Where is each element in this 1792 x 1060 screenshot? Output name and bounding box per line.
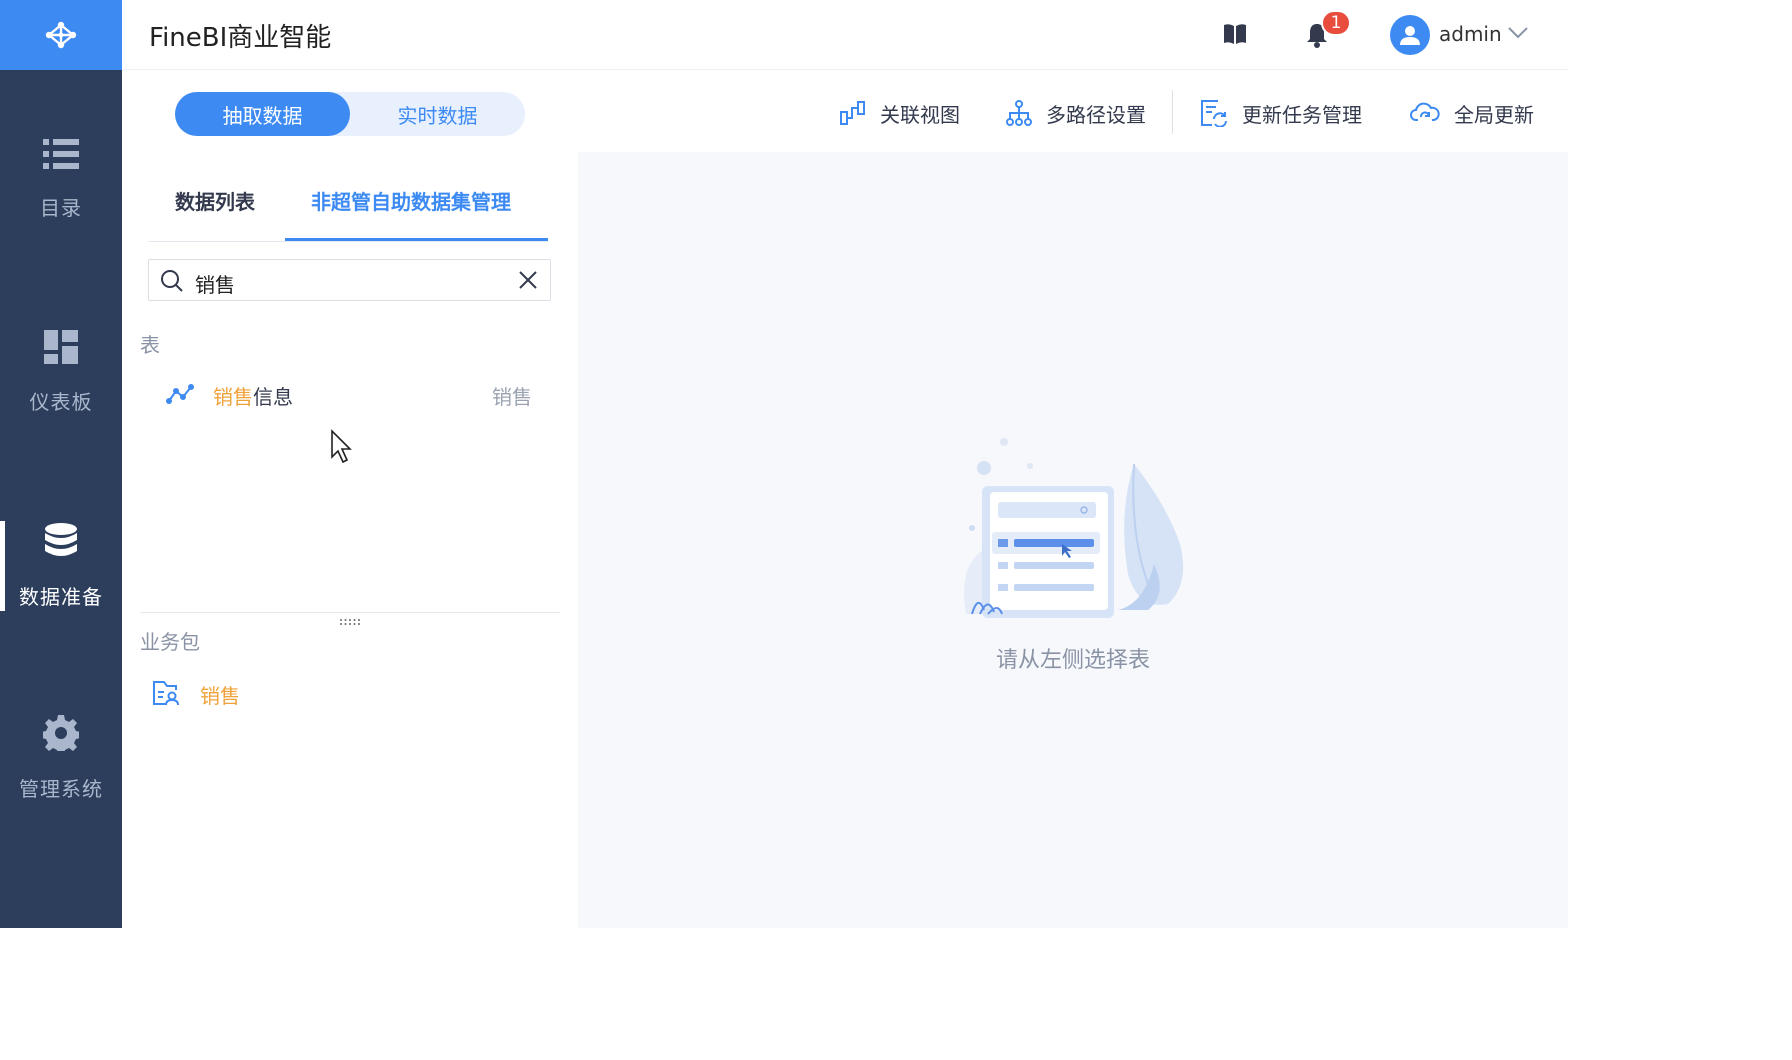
relation-view-icon	[840, 101, 865, 125]
side-nav: 目录 仪表板 数据准备 管理系统	[0, 0, 122, 928]
chevron-down-icon[interactable]	[1508, 27, 1528, 39]
nav-label: 管理系统	[19, 777, 103, 801]
relation-view-button[interactable]: 关联视图	[840, 96, 960, 130]
table-package-tag: 销售	[492, 385, 532, 409]
package-name-match: 销售	[200, 684, 240, 708]
search-icon	[161, 270, 183, 292]
tab-data-list[interactable]: 数据列表	[175, 186, 255, 215]
dashboard-icon	[44, 330, 78, 364]
close-icon[interactable]	[518, 270, 538, 290]
mouse-cursor-icon	[331, 429, 352, 464]
app-title: FineBI商业智能	[149, 23, 332, 53]
extract-data-option[interactable]: 抽取数据	[175, 92, 350, 136]
multi-path-button[interactable]: 多路径设置	[1006, 96, 1146, 130]
finebi-logo[interactable]	[0, 0, 122, 70]
tab-self-service-datasets[interactable]: 非超管自助数据集管理	[311, 186, 511, 215]
update-task-label: 更新任务管理	[1242, 102, 1362, 127]
relation-view-label: 关联视图	[880, 102, 960, 127]
package-section-title: 业务包	[140, 630, 200, 654]
multi-path-label: 多路径设置	[1046, 102, 1146, 127]
package-row[interactable]: 销售	[140, 670, 550, 716]
database-icon	[45, 523, 77, 556]
data-mode-toggle: 抽取数据 实时数据	[175, 92, 525, 136]
cloud-refresh-icon	[1410, 102, 1440, 121]
logo-icon	[45, 21, 77, 49]
avatar[interactable]	[1390, 15, 1430, 55]
hierarchy-icon	[1006, 100, 1032, 126]
dataset-icon	[166, 384, 194, 404]
package-name: 销售	[200, 680, 240, 709]
search-value[interactable]: 销售	[195, 269, 235, 298]
nav-item-data-prep[interactable]: 数据准备	[0, 521, 122, 643]
update-task-button[interactable]: 更新任务管理	[1200, 96, 1362, 130]
user-icon	[1400, 26, 1420, 45]
empty-state-illustration	[964, 438, 1184, 618]
app-window: 目录 仪表板 数据准备 管理系统 FineBI商业智能 1 admin 抽取数据…	[0, 0, 1568, 928]
table-row[interactable]: 销售信息 销售	[140, 371, 550, 417]
detail-content-area: 请从左侧选择表	[578, 152, 1568, 928]
nav-label: 数据准备	[19, 585, 103, 609]
nav-item-dashboard[interactable]: 仪表板	[0, 330, 122, 450]
help-book-icon[interactable]	[1223, 22, 1247, 50]
business-package-icon	[153, 681, 179, 706]
user-name[interactable]: admin	[1439, 22, 1502, 46]
top-header: FineBI商业智能 1 admin	[122, 0, 1568, 70]
gear-icon	[43, 715, 79, 751]
nav-item-admin[interactable]: 管理系统	[0, 715, 122, 835]
global-update-button[interactable]: 全局更新	[1410, 96, 1534, 130]
notification-badge: 1	[1321, 10, 1351, 36]
left-panel-tabs: 数据列表 非超管自助数据集管理	[148, 170, 548, 242]
active-tab-indicator	[285, 238, 548, 241]
nav-item-catalog[interactable]: 目录	[0, 138, 122, 258]
search-input[interactable]: 销售	[148, 259, 551, 301]
toolbar-divider	[1172, 90, 1173, 134]
table-name-match: 销售	[213, 385, 253, 409]
table-name-rest: 信息	[253, 385, 293, 409]
realtime-data-option[interactable]: 实时数据	[350, 92, 525, 136]
empty-state-message: 请从左侧选择表	[995, 648, 1150, 673]
drag-handle-icon[interactable]	[338, 617, 362, 627]
list-icon	[43, 139, 79, 169]
nav-label: 目录	[40, 196, 82, 220]
table-name: 销售信息	[213, 381, 293, 410]
nav-label: 仪表板	[29, 390, 93, 414]
panel-splitter[interactable]	[140, 612, 560, 613]
tables-section-title: 表	[140, 333, 160, 357]
global-update-label: 全局更新	[1454, 102, 1534, 127]
task-refresh-icon	[1201, 100, 1227, 127]
